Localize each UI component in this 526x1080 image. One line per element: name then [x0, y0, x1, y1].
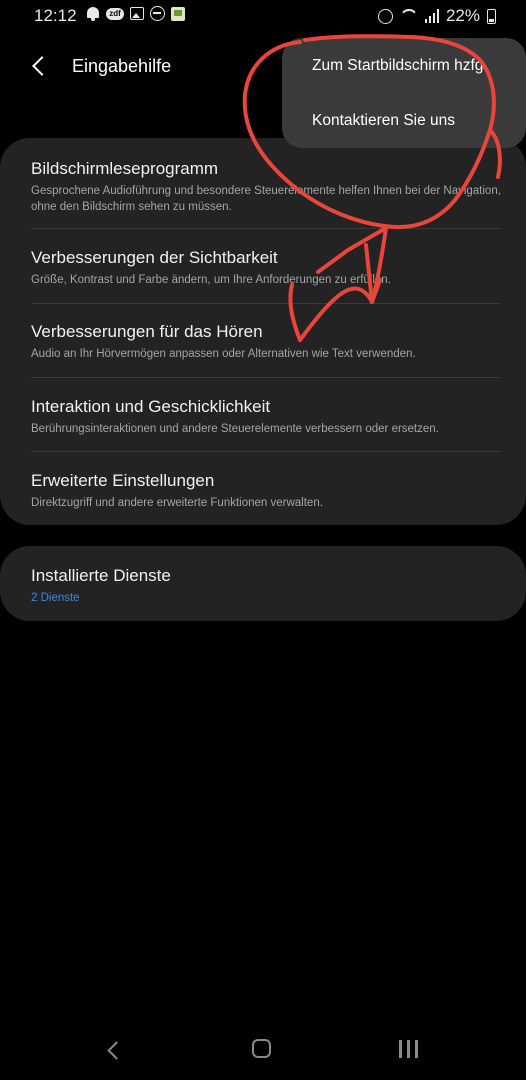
divider	[31, 303, 500, 304]
list-item-visibility[interactable]: Verbesserungen der Sichtbarkeit Größe, K…	[31, 248, 502, 288]
nav-back-icon[interactable]	[104, 1041, 122, 1059]
wifi-icon	[400, 9, 418, 23]
overflow-menu: Zum Startbildschirm hzfg Kontaktieren Si…	[282, 38, 526, 148]
accessibility-settings-card: Bildschirmleseprogramm Gesprochene Audio…	[0, 138, 526, 525]
item-title: Erweiterte Einstellungen	[31, 471, 215, 490]
back-button[interactable]	[28, 52, 56, 80]
menu-item-contact-us[interactable]: Kontaktieren Sie uns	[312, 112, 455, 130]
divider	[31, 228, 500, 229]
battery-icon	[487, 8, 496, 24]
image-icon	[130, 7, 144, 20]
divider	[31, 451, 500, 452]
item-title: Interaktion und Geschicklichkeit	[31, 397, 271, 416]
list-item-installed-services[interactable]: Installierte Dienste 2 Dienste	[31, 566, 502, 606]
divider	[31, 377, 500, 378]
list-item-screen-reader[interactable]: Bildschirmleseprogramm Gesprochene Audio…	[31, 159, 502, 215]
notification-icons: zdf	[86, 6, 185, 21]
item-title: Verbesserungen der Sichtbarkeit	[31, 248, 278, 267]
do-not-disturb-icon	[150, 6, 165, 21]
item-subtitle: Gesprochene Audioführung und besondere S…	[31, 185, 501, 213]
item-title: Verbesserungen für das Hören	[31, 322, 263, 341]
item-title: Installierte Dienste	[31, 566, 171, 585]
menu-item-home-screen[interactable]: Zum Startbildschirm hzfg	[312, 57, 483, 75]
alarm-icon	[377, 8, 393, 24]
system-icons: 22%	[377, 6, 496, 26]
bell-icon	[86, 6, 100, 21]
installed-services-card[interactable]: Installierte Dienste 2 Dienste	[0, 546, 526, 621]
item-subtitle: Berührungsinteraktionen und andere Steue…	[31, 423, 439, 435]
services-count: 2 Dienste	[31, 592, 80, 604]
signal-icon	[424, 9, 439, 23]
page-title: Eingabehilfe	[72, 56, 172, 76]
list-item-advanced[interactable]: Erweiterte Einstellungen Direktzugriff u…	[31, 471, 502, 511]
list-item-hearing[interactable]: Verbesserungen für das Hören Audio an Ih…	[31, 322, 502, 362]
nav-recents-icon[interactable]	[399, 1040, 419, 1058]
app-icon	[171, 6, 185, 21]
battery-percent: 22%	[445, 6, 480, 25]
item-title: Bildschirmleseprogramm	[31, 159, 219, 178]
item-subtitle: Größe, Kontrast und Farbe ändern, um Ihr…	[31, 274, 391, 286]
status-time: 12:12	[34, 6, 77, 25]
item-subtitle: Direktzugriff und andere erweiterte Funk…	[31, 497, 323, 509]
zdf-icon: zdf	[106, 7, 124, 20]
status-bar: 12:12 zdf 22%	[0, 0, 526, 32]
nav-home-icon[interactable]	[252, 1039, 271, 1058]
list-item-interaction[interactable]: Interaktion und Geschicklichkeit Berühru…	[31, 397, 502, 437]
item-subtitle: Audio an Ihr Hörvermögen anpassen oder A…	[31, 348, 416, 360]
